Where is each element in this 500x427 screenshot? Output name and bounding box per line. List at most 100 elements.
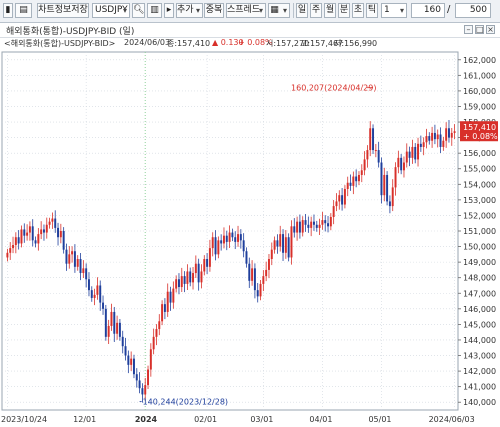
close-icon[interactable]: × <box>486 25 495 34</box>
candle-body <box>428 136 431 141</box>
low-price: 저:156,990 <box>334 39 378 48</box>
candle-body <box>34 240 37 244</box>
add-dropdown[interactable]: 추가 <box>176 3 203 18</box>
candle-body <box>85 268 88 280</box>
candle-body <box>304 220 307 225</box>
candle-body <box>68 254 71 264</box>
price-info-line: <해외통화(통합)-USDJPY-BID> 2024/06/03 종:157,4… <box>0 38 500 50</box>
x-tick-label: 12/01 <box>73 415 96 424</box>
candle-body <box>329 216 332 227</box>
candle-body <box>355 176 358 182</box>
period-tab-second[interactable]: 초 <box>352 3 364 18</box>
candle-body <box>402 162 405 171</box>
y-tick-label: 142,000 <box>463 367 496 376</box>
candle-body <box>113 311 116 334</box>
candle-body <box>290 226 293 258</box>
overlap-button[interactable]: 중복 <box>204 3 224 18</box>
search-icon[interactable]: 🔍︎ <box>132 3 145 18</box>
candle-body <box>31 226 34 241</box>
candle-body <box>237 234 240 242</box>
y-tick-label: 159,000 <box>463 102 496 111</box>
y-tick-label: 141,000 <box>463 383 496 392</box>
candlestick-chart[interactable]: 140,000 141,000 142,000 143,000 144,000 145,0… <box>0 50 500 427</box>
y-tick-label: 152,000 <box>463 211 496 220</box>
candle-body <box>172 288 175 303</box>
x-tick-label: 05/01 <box>368 415 391 424</box>
annotation-label: 160,207(2024/04/29) <box>291 84 376 93</box>
period-tab-tick[interactable]: 틱 <box>366 3 378 18</box>
candle-body <box>310 221 313 228</box>
count-input[interactable]: 160 <box>411 3 445 18</box>
candle-body <box>377 150 380 163</box>
period-tab-minute[interactable]: 분 <box>338 3 350 18</box>
candle-body <box>82 268 85 274</box>
period-tab-day[interactable]: 일 <box>296 3 308 18</box>
candle-body <box>79 259 82 274</box>
candle-body <box>273 240 276 250</box>
candle-body <box>76 259 79 267</box>
period-tab-month[interactable]: 월 <box>324 3 336 18</box>
candle-body <box>360 170 363 175</box>
symbol-select[interactable]: USDJPY <box>92 3 130 18</box>
candle-body <box>391 187 394 207</box>
minimize-icon[interactable]: – <box>464 25 473 34</box>
y-tick-label: 151,000 <box>463 227 496 236</box>
spread-dropdown[interactable]: 스프레드 <box>226 3 266 18</box>
y-tick-label: 161,000 <box>463 71 496 80</box>
x-tick-label: 02/01 <box>194 415 217 424</box>
period-tab-week[interactable]: 주 <box>310 3 322 18</box>
total-count-field: 500 <box>455 3 491 18</box>
candle-body <box>343 188 346 205</box>
candle-body <box>383 174 386 196</box>
arrow-icon[interactable]: ▸ <box>164 3 174 18</box>
interval-input[interactable]: 1 <box>381 3 407 18</box>
candle-body <box>132 358 135 375</box>
y-tick-label: 155,000 <box>463 165 496 174</box>
candle-body <box>149 349 152 370</box>
y-tick-label: 146,000 <box>463 305 496 314</box>
candle-body <box>62 231 65 250</box>
candle-body <box>386 174 389 202</box>
chart-save-button[interactable]: 차트정보저장 <box>37 3 89 18</box>
candle-body <box>102 302 105 309</box>
color-picker[interactable]: ▦ <box>268 3 290 18</box>
last-price-label: 157,410 <box>463 123 496 132</box>
candle-body <box>23 229 26 236</box>
candle-body <box>352 176 355 186</box>
candle-body <box>183 276 186 284</box>
candle-body <box>175 279 178 289</box>
indicator-icon[interactable]: ▥ <box>147 3 162 18</box>
candle-body <box>127 355 130 365</box>
candle-body <box>54 218 57 228</box>
candle-body <box>363 159 366 171</box>
candle-body <box>248 263 251 281</box>
candle-body <box>411 146 414 158</box>
x-tick-label: 2024 <box>135 415 158 424</box>
window-list-icon[interactable]: ▤ <box>15 3 32 18</box>
maximize-icon[interactable]: □ <box>475 25 484 34</box>
candle-body <box>59 231 62 238</box>
candle-body <box>307 224 310 228</box>
candle-body <box>228 232 231 242</box>
candle-body <box>433 132 436 140</box>
candle-body <box>400 157 403 171</box>
close-price: 종:157,410 <box>167 39 211 48</box>
candle-body <box>152 336 155 350</box>
candle-body <box>107 325 110 337</box>
candle-body <box>189 271 192 283</box>
annotation-label: 140,244(2023/12/28) <box>143 397 228 406</box>
candle-body <box>239 234 242 241</box>
candle-body <box>17 237 20 244</box>
candle-body <box>48 221 51 225</box>
candle-body <box>93 294 96 298</box>
candle-body <box>312 221 315 225</box>
candle-body <box>211 237 214 249</box>
candle-body <box>388 201 391 207</box>
candle-body <box>417 143 420 160</box>
candle-body <box>287 237 290 258</box>
candle-body <box>121 336 124 347</box>
candle-body <box>439 134 442 147</box>
candle-body <box>422 142 425 147</box>
x-tick-label: 03/01 <box>250 415 273 424</box>
pin-icon[interactable]: ▮ <box>3 3 13 18</box>
